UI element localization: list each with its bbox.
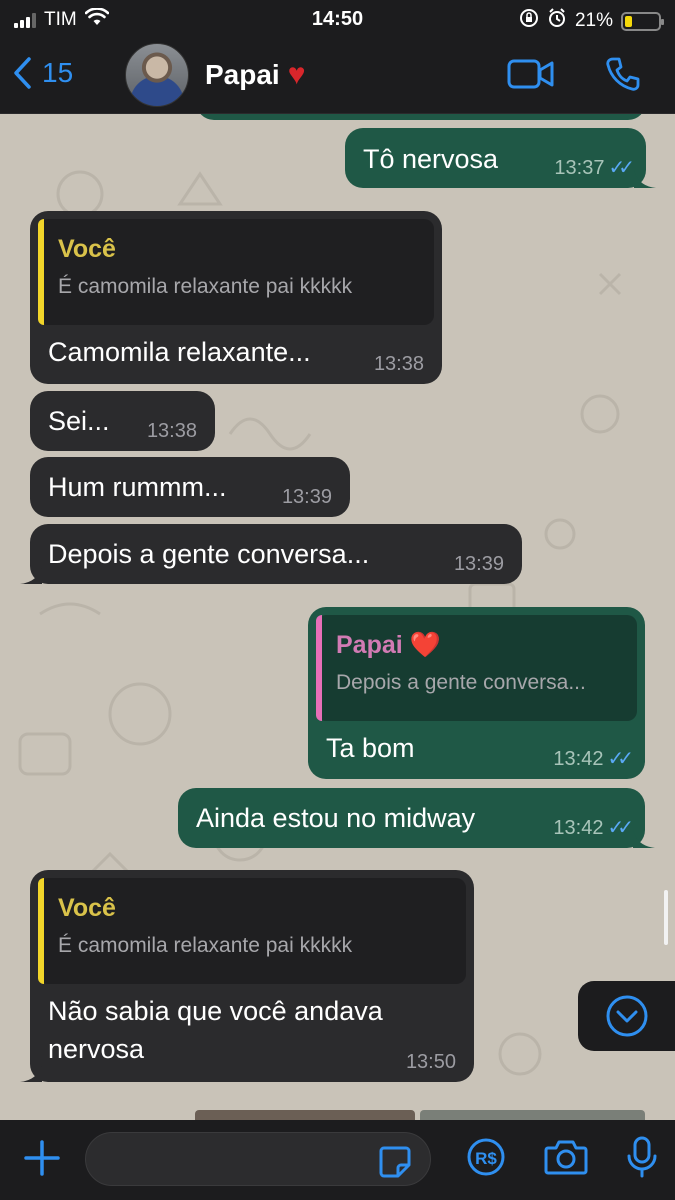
scroll-to-bottom-button[interactable] bbox=[578, 981, 675, 1051]
message-meta: 13:38 bbox=[147, 421, 197, 441]
contact-name-text: Papai bbox=[205, 59, 280, 90]
message-text: Tô nervosa bbox=[363, 144, 499, 174]
message-meta: 13:39 bbox=[282, 487, 332, 507]
quote-author: Você bbox=[58, 235, 116, 263]
read-receipt-icon: ✓✓ bbox=[607, 748, 633, 770]
message-bubble-incoming[interactable]: Sei... 13:38 bbox=[30, 391, 215, 451]
message-time: 13:42 bbox=[553, 748, 604, 770]
bubble-tail bbox=[20, 1064, 42, 1082]
status-right: 21% bbox=[519, 8, 664, 34]
message-time: 13:39 bbox=[453, 553, 504, 575]
quote-text: É camomila relaxante pai kkkkk bbox=[58, 275, 353, 298]
avatar[interactable] bbox=[125, 43, 189, 107]
contact-name[interactable]: Papai ♥ bbox=[205, 58, 306, 92]
message-bubble-outgoing[interactable]: Ainda estou no midway 13:42 ✓✓ bbox=[178, 788, 655, 848]
message-meta: 13:39 bbox=[454, 554, 504, 574]
heart-emoji: ♥ bbox=[287, 58, 306, 91]
message-time: 13:39 bbox=[281, 486, 332, 508]
message-bubble-outgoing[interactable]: Papai ❤️ Depois a gente conversa... Ta b… bbox=[308, 607, 645, 779]
message-time: 13:42 bbox=[553, 817, 604, 839]
back-button[interactable]: 15 bbox=[12, 56, 73, 90]
chat-header: 15 Papai ♥ bbox=[0, 38, 675, 114]
unread-count: 15 bbox=[42, 57, 74, 88]
message-text-line-2: nervosa bbox=[48, 1034, 145, 1064]
camera-icon[interactable] bbox=[544, 1138, 588, 1181]
alarm-icon bbox=[547, 8, 567, 34]
chevron-left-icon bbox=[14, 57, 31, 89]
message-bubble-outgoing[interactable]: Tô nervosa 13:37 ✓✓ bbox=[345, 128, 656, 188]
microphone-icon[interactable] bbox=[626, 1136, 658, 1183]
bubble-tail bbox=[634, 170, 656, 188]
image-preview[interactable] bbox=[420, 1110, 645, 1120]
message-meta: 13:50 bbox=[406, 1052, 456, 1072]
message-input[interactable] bbox=[85, 1132, 431, 1186]
message-meta: 13:38 bbox=[374, 354, 424, 374]
bubble-tail bbox=[20, 566, 42, 584]
message-bubble-incoming[interactable]: Você É camomila relaxante pai kkkkk Não … bbox=[20, 870, 474, 1082]
quoted-message[interactable]: Você É camomila relaxante pai kkkkk bbox=[38, 219, 434, 325]
message-bubble-outgoing[interactable] bbox=[196, 114, 646, 120]
image-preview[interactable] bbox=[195, 1110, 415, 1120]
message-bubble-incoming[interactable]: Hum rummm... 13:39 bbox=[30, 457, 350, 517]
pix-icon[interactable]: R$ bbox=[466, 1137, 506, 1182]
message-text: Depois a gente conversa... bbox=[48, 539, 370, 569]
rotation-lock-icon bbox=[519, 8, 539, 34]
chat-area[interactable]: Tô nervosa 13:37 ✓✓ Você É camomila relax… bbox=[0, 114, 675, 1120]
plus-icon[interactable] bbox=[22, 1138, 62, 1183]
scroll-indicator[interactable] bbox=[664, 890, 668, 945]
battery-percent: 21% bbox=[574, 10, 613, 31]
status-bar: TIM 14:50 21% bbox=[0, 0, 675, 38]
sticker-icon[interactable] bbox=[378, 1145, 412, 1184]
message-time: 13:50 bbox=[405, 1051, 456, 1073]
message-meta: 13:42 ✓✓ bbox=[553, 748, 633, 770]
input-bar: R$ bbox=[0, 1120, 675, 1200]
svg-text:R$: R$ bbox=[475, 1149, 497, 1168]
chevron-down-circle-icon bbox=[606, 995, 647, 1037]
quoted-message[interactable]: Você É camomila relaxante pai kkkkk bbox=[38, 878, 466, 984]
message-time: 13:37 bbox=[554, 157, 605, 179]
phone-icon[interactable] bbox=[605, 56, 641, 97]
message-meta: 13:37 ✓✓ bbox=[554, 157, 634, 179]
read-receipt-icon: ✓✓ bbox=[607, 817, 633, 839]
battery-icon bbox=[621, 11, 664, 31]
message-text: Ainda estou no midway bbox=[196, 803, 476, 833]
message-text-line-1: Não sabia que você andava bbox=[48, 996, 383, 1026]
quote-text: Depois a gente conversa... bbox=[336, 671, 586, 694]
quote-author: Você bbox=[58, 894, 116, 922]
quote-text: É camomila relaxante pai kkkkk bbox=[58, 934, 353, 957]
bubble-tail bbox=[633, 830, 655, 848]
message-time: 13:38 bbox=[373, 353, 424, 375]
quoted-message[interactable]: Papai ❤️ Depois a gente conversa... bbox=[316, 615, 637, 721]
read-receipt-icon: ✓✓ bbox=[608, 157, 634, 179]
quote-author: Papai ❤️ bbox=[336, 631, 441, 659]
message-bubble-incoming[interactable]: Você É camomila relaxante pai kkkkk Camo… bbox=[30, 211, 442, 384]
header-actions bbox=[507, 56, 641, 97]
video-call-icon[interactable] bbox=[507, 58, 555, 95]
message-time: 13:38 bbox=[146, 420, 197, 442]
message-meta: 13:42 ✓✓ bbox=[553, 817, 633, 839]
message-text: Sei... bbox=[48, 406, 110, 436]
message-bubble-incoming[interactable]: Depois a gente conversa... 13:39 bbox=[20, 524, 522, 584]
input-actions: R$ bbox=[466, 1136, 658, 1183]
message-text: Hum rummm... bbox=[48, 472, 227, 502]
